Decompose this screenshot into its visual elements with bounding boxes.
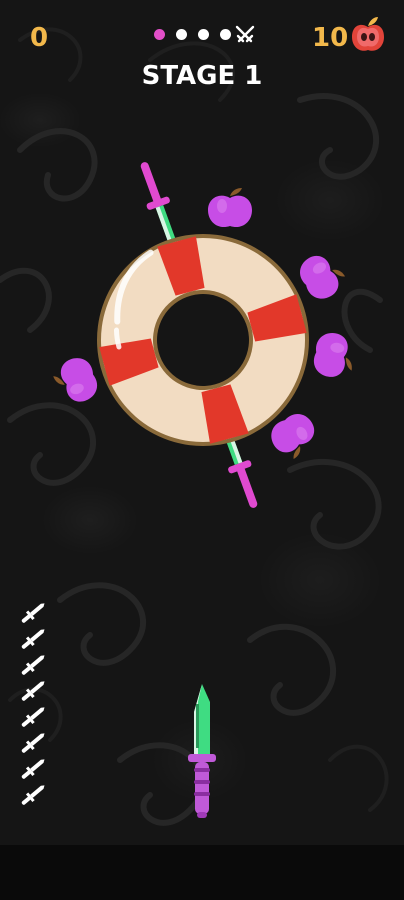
target-lifebuoy[interactable] xyxy=(40,150,370,530)
knife-remaining-icon xyxy=(21,603,45,623)
player-knife[interactable] xyxy=(184,682,220,822)
apple-icon xyxy=(352,17,384,51)
apple xyxy=(313,333,352,377)
stage-dot xyxy=(220,29,231,40)
stage-dot xyxy=(176,29,187,40)
apple xyxy=(53,358,98,402)
knife-remaining-icon xyxy=(21,629,45,649)
apple xyxy=(208,188,252,228)
score-counter: 0 xyxy=(30,23,49,53)
knife-remaining-icon xyxy=(21,655,45,675)
knife-remaining-icon xyxy=(21,681,45,701)
crossed-swords-icon xyxy=(235,25,255,43)
game-canvas[interactable]: 0 10 STAGE 1 xyxy=(0,0,404,845)
stage-title: STAGE 1 xyxy=(141,61,263,91)
apple-count: 10 xyxy=(312,23,349,53)
knife-remaining-icon xyxy=(21,707,45,727)
stage-progress xyxy=(150,24,260,44)
apple xyxy=(300,255,346,299)
bottom-bar xyxy=(0,845,404,900)
knife-remaining-icon xyxy=(21,759,45,779)
knife-remaining-icon xyxy=(21,785,45,805)
stage-dot-current xyxy=(154,29,165,40)
stage-dot xyxy=(198,29,209,40)
knives-remaining xyxy=(16,600,52,810)
knife-remaining-icon xyxy=(21,733,45,753)
